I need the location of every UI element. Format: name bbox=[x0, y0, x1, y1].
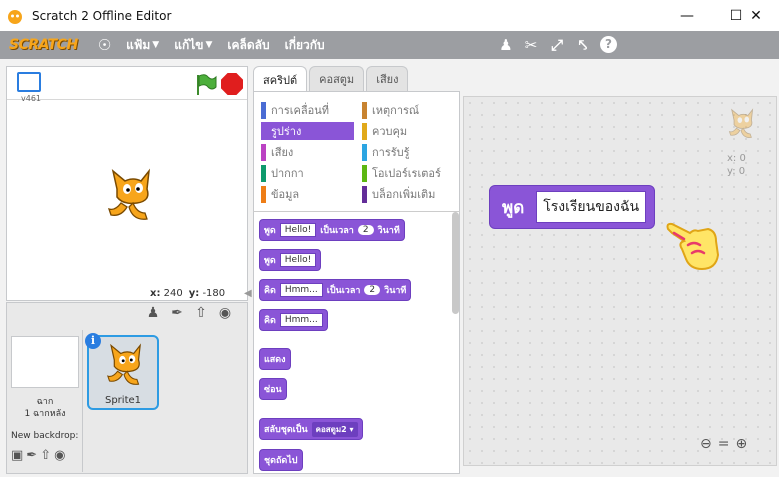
zoom-in-icon[interactable]: ⊕ bbox=[735, 436, 747, 452]
block-think[interactable]: คิด Hmm... bbox=[259, 309, 328, 331]
block-think-for-secs[interactable]: คิด Hmm... เป็นเวลา 2 วินาที bbox=[259, 279, 412, 301]
pointing-hand-icon bbox=[666, 222, 720, 271]
paint-sprite-icon[interactable]: ✒ bbox=[168, 304, 186, 322]
menu-tips[interactable]: เคล็ดลับ bbox=[227, 36, 269, 55]
paint-backdrop-icon[interactable]: ✒ bbox=[26, 448, 37, 463]
block-switch-costume[interactable]: สลับชุดเป็น คอสตูม2 ▾ bbox=[259, 418, 363, 440]
category-swatch bbox=[261, 185, 266, 203]
zoom-reset-icon[interactable]: = bbox=[718, 436, 730, 452]
duplicate-icon[interactable]: ♟ bbox=[497, 36, 515, 54]
grow-icon[interactable]: ⤢ bbox=[548, 36, 566, 54]
block-next-costume[interactable]: ชุดถัดไป bbox=[259, 449, 303, 471]
stage-thumbnail-column: ฉาก 1 ฉากหลัง New backdrop: ▣ ✒ ⇧ ◉ bbox=[7, 330, 83, 472]
category-swatch bbox=[362, 164, 367, 182]
menu-edit[interactable]: แก้ไข ▼ bbox=[174, 36, 212, 55]
block-say-for-secs[interactable]: พูด Hello! เป็นเวลา 2 วินาที bbox=[259, 219, 405, 241]
sprite-name: Sprite1 bbox=[104, 395, 142, 406]
globe-icon[interactable]: ☉ bbox=[98, 36, 111, 54]
block-hide[interactable]: ซ่อน bbox=[259, 378, 287, 400]
category-swatch bbox=[261, 164, 266, 182]
category-swatch bbox=[261, 122, 266, 140]
script-block-label: พูด bbox=[502, 197, 525, 218]
camera-backdrop-icon[interactable]: ◉ bbox=[54, 448, 65, 463]
category-swatch bbox=[261, 143, 266, 161]
backdrop-library-icon[interactable]: ▣ bbox=[11, 448, 23, 463]
script-block-input[interactable]: โรงเรียนของฉัน bbox=[536, 191, 647, 223]
stop-icon[interactable] bbox=[221, 73, 243, 95]
minimize-button[interactable]: — bbox=[664, 0, 710, 31]
category-swatch bbox=[362, 143, 367, 161]
category-swatch bbox=[362, 101, 367, 119]
category-control[interactable]: ควบคุม bbox=[362, 122, 407, 140]
category-events[interactable]: เหตุการณ์ bbox=[362, 101, 419, 119]
sprite-thumbnail-cat-icon bbox=[107, 343, 141, 385]
editor-tabs: สคริปต์ คอสตูม เสียง bbox=[253, 66, 409, 93]
sprite-tile[interactable]: i Sprite1 bbox=[85, 333, 159, 410]
close-button[interactable]: ✕ bbox=[733, 0, 779, 31]
scratch-app-icon bbox=[8, 9, 22, 24]
info-icon[interactable]: i bbox=[85, 333, 101, 349]
upload-sprite-icon[interactable]: ⇧ bbox=[192, 304, 210, 322]
zoom-controls: ⊖ = ⊕ bbox=[700, 436, 747, 452]
window-title: Scratch 2 Offline Editor bbox=[32, 8, 172, 23]
sprite-xy-info: x: 0 y: 0 bbox=[727, 153, 746, 177]
camera-sprite-icon[interactable]: ◉ bbox=[216, 304, 234, 322]
help-icon[interactable]: ? bbox=[600, 36, 617, 53]
category-pen[interactable]: ปากกา bbox=[261, 164, 304, 182]
sprite-library-icon[interactable]: ♟ bbox=[144, 304, 162, 322]
costume-dropdown[interactable]: คอสตูม2 ▾ bbox=[311, 421, 358, 437]
fullscreen-icon[interactable] bbox=[17, 72, 41, 92]
script-block-say[interactable]: พูด โรงเรียนของฉัน bbox=[489, 185, 656, 229]
menu-about[interactable]: เกี่ยวกับ bbox=[285, 36, 325, 55]
category-operators[interactable]: โอเปอร์เรเตอร์ bbox=[362, 164, 441, 182]
tab-scripts[interactable]: สคริปต์ bbox=[253, 66, 308, 93]
zoom-out-icon[interactable]: ⊖ bbox=[700, 436, 712, 452]
green-flag-icon[interactable] bbox=[195, 74, 217, 96]
version-label: v461 bbox=[21, 94, 42, 103]
shrink-icon[interactable]: ⤣ bbox=[574, 36, 592, 54]
title-bar: Scratch 2 Offline Editor — ☐ ✕ bbox=[0, 0, 779, 31]
palette-scrollbar[interactable] bbox=[452, 212, 459, 314]
category-swatch bbox=[261, 101, 266, 119]
scratch-logo[interactable]: SCRATCH bbox=[9, 37, 78, 53]
delete-icon[interactable]: ✂ bbox=[522, 36, 540, 54]
category-motion[interactable]: การเคลื่อนที่ bbox=[261, 101, 329, 119]
category-sound[interactable]: เสียง bbox=[261, 143, 293, 161]
stage[interactable]: v461 bbox=[6, 66, 248, 301]
block-show[interactable]: แสดง bbox=[259, 348, 291, 370]
new-sprite-tools: ♟ ✒ ⇧ ◉ bbox=[144, 304, 234, 322]
menu-bar: SCRATCH ☉ แฟ้ม ▼ แก้ไข ▼ เคล็ดลับ เกี่ยวกั… bbox=[0, 31, 779, 59]
block-say[interactable]: พูด Hello! bbox=[259, 249, 322, 271]
category-swatch bbox=[362, 185, 367, 203]
new-backdrop-tools: ▣ ✒ ⇧ ◉ bbox=[11, 448, 65, 463]
category-data[interactable]: ข้อมูล bbox=[261, 185, 299, 203]
app-window: Scratch 2 Offline Editor — ☐ ✕ SCRATCH ☉… bbox=[0, 0, 779, 477]
palette-divider bbox=[253, 211, 460, 212]
tab-sounds[interactable]: เสียง bbox=[366, 66, 409, 91]
sprite-cat-icon[interactable] bbox=[103, 167, 155, 221]
menu-file[interactable]: แฟ้ม ▼ bbox=[126, 36, 159, 55]
mouse-coords: x: 240 y: -180 bbox=[150, 288, 226, 299]
category-looks[interactable]: รูปร่าง bbox=[261, 122, 354, 140]
category-swatch bbox=[362, 122, 367, 140]
sprite-info-cat-icon bbox=[728, 108, 754, 138]
backdrop-count: 1 ฉากหลัง bbox=[24, 409, 66, 419]
category-sensing[interactable]: การรับรู้ bbox=[362, 143, 410, 161]
upload-backdrop-icon[interactable]: ⇧ bbox=[40, 448, 51, 463]
stage-thumbnail[interactable] bbox=[11, 336, 79, 388]
tab-costumes[interactable]: คอสตูม bbox=[309, 66, 365, 91]
collapse-stage-icon[interactable]: ◀ bbox=[244, 288, 252, 299]
stage-header: v461 bbox=[7, 67, 247, 103]
new-backdrop-label: New backdrop: bbox=[11, 431, 79, 441]
category-more-blocks[interactable]: บล็อกเพิ่มเติม bbox=[362, 185, 435, 203]
